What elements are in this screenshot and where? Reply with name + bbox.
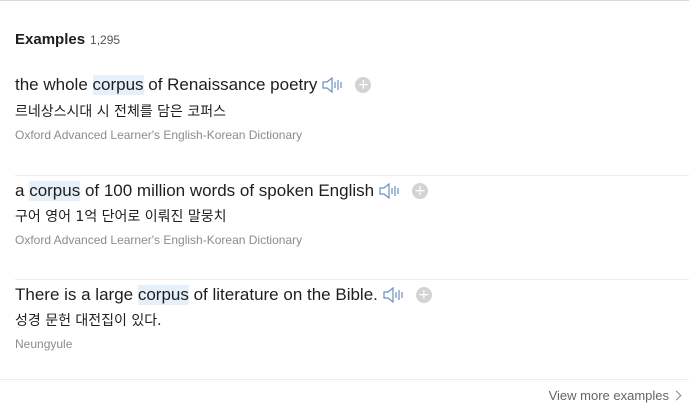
highlighted-word[interactable]: corpus — [137, 285, 189, 305]
example-source: Neungyule — [15, 337, 73, 351]
examples-header: Examples 1,295 — [15, 31, 120, 48]
example-item: the whole corpus of Renaissance poetry +… — [15, 71, 689, 175]
view-more-examples-link[interactable]: View more examples — [548, 388, 682, 403]
examples-panel: Examples 1,295 the whole corpus of Renai… — [0, 0, 689, 409]
sentence-text-before: a — [15, 181, 30, 200]
highlighted-word[interactable]: corpus — [29, 181, 81, 201]
example-item: a corpus of 100 million words of spoken … — [15, 175, 689, 280]
speaker-icon[interactable] — [321, 75, 345, 95]
add-icon[interactable]: + — [412, 183, 429, 199]
view-more-label: View more examples — [548, 388, 669, 403]
sentence-text-before: There is a large — [15, 285, 138, 304]
examples-footer: View more examples — [0, 379, 689, 409]
sentence-text-after: of Renaissance poetry — [143, 75, 318, 94]
highlighted-word[interactable]: corpus — [92, 75, 144, 95]
speaker-icon[interactable] — [378, 181, 402, 201]
example-sentence: There is a large corpus of literature on… — [15, 283, 432, 307]
example-translation: 성경 문헌 대전집이 있다. — [15, 313, 162, 329]
example-sentence: a corpus of 100 million words of spoken … — [15, 179, 429, 203]
sentence-text-after: of literature on the Bible. — [188, 285, 378, 304]
sentence-text-before: the whole — [15, 75, 93, 94]
add-icon[interactable]: + — [415, 287, 432, 303]
examples-title: Examples — [15, 31, 86, 48]
example-translation: 구어 영어 1억 단어로 이뤄진 말뭉치 — [15, 209, 227, 225]
chevron-right-icon — [671, 390, 682, 401]
example-translation: 르네상스시대 시 전체를 담은 코퍼스 — [15, 104, 226, 120]
sentence-text-after: of 100 million words of spoken English — [80, 181, 375, 200]
speaker-icon[interactable] — [382, 285, 406, 305]
example-sentence: the whole corpus of Renaissance poetry + — [15, 73, 372, 97]
add-icon[interactable]: + — [355, 77, 372, 93]
example-source: Oxford Advanced Learner's English-Korean… — [15, 128, 303, 142]
example-source: Oxford Advanced Learner's English-Korean… — [15, 233, 303, 247]
examples-count: 1,295 — [90, 33, 121, 47]
example-item: There is a large corpus of literature on… — [15, 279, 689, 384]
